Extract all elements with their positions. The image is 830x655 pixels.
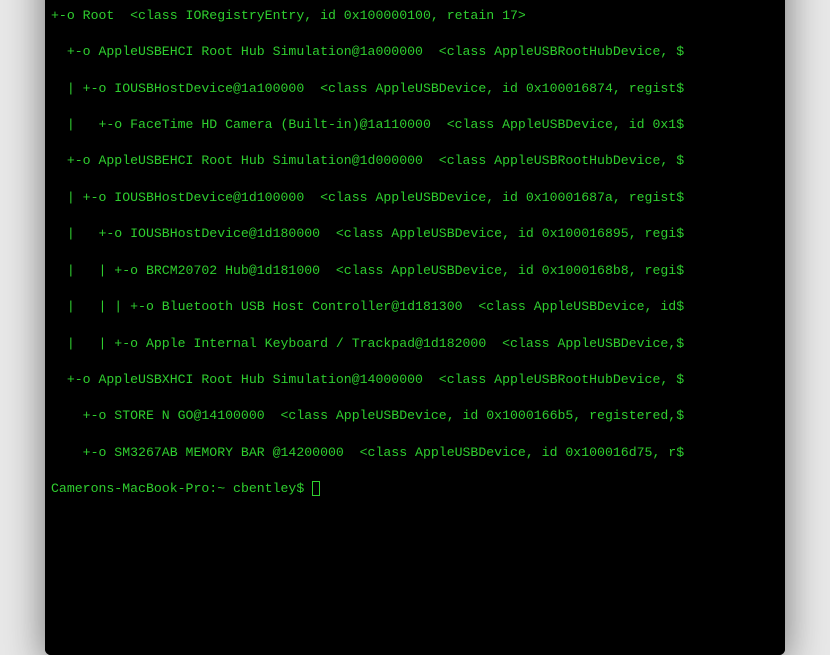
prompt-line-2: Camerons-MacBook-Pro:~ cbentley$ xyxy=(51,480,779,498)
prompt-symbol: $ xyxy=(296,481,304,496)
output-line: +-o AppleUSBEHCI Root Hub Simulation@1d0… xyxy=(51,152,779,170)
output-line: +-o AppleUSBXHCI Root Hub Simulation@140… xyxy=(51,371,779,389)
cursor-icon xyxy=(312,481,320,496)
output-line: | +-o IOUSBHostDevice@1a100000 <class Ap… xyxy=(51,80,779,98)
output-line: +-o Root <class IORegistryEntry, id 0x10… xyxy=(51,7,779,25)
output-line: | | +-o Apple Internal Keyboard / Trackp… xyxy=(51,335,779,353)
prompt-host: Camerons-MacBook-Pro:~ xyxy=(51,481,225,496)
terminal-body[interactable]: Camerons-MacBook-Pro:~ cbentley$ ioreg -… xyxy=(45,0,785,655)
prompt-user: cbentley xyxy=(233,481,296,496)
terminal-window: ⌂ cbentley — -bash — 80×24 Camerons-MacB… xyxy=(45,0,785,655)
output-line: | +-o IOUSBHostDevice@1d100000 <class Ap… xyxy=(51,189,779,207)
output-line: | +-o FaceTime HD Camera (Built-in)@1a11… xyxy=(51,116,779,134)
output-line: +-o AppleUSBEHCI Root Hub Simulation@1a0… xyxy=(51,43,779,61)
output-line: +-o SM3267AB MEMORY BAR @14200000 <class… xyxy=(51,444,779,462)
output-line: | | | +-o Bluetooth USB Host Controller@… xyxy=(51,298,779,316)
output-line: | | +-o BRCM20702 Hub@1d181000 <class Ap… xyxy=(51,262,779,280)
output-line: +-o STORE N GO@14100000 <class AppleUSBD… xyxy=(51,407,779,425)
output-line: | +-o IOUSBHostDevice@1d180000 <class Ap… xyxy=(51,225,779,243)
